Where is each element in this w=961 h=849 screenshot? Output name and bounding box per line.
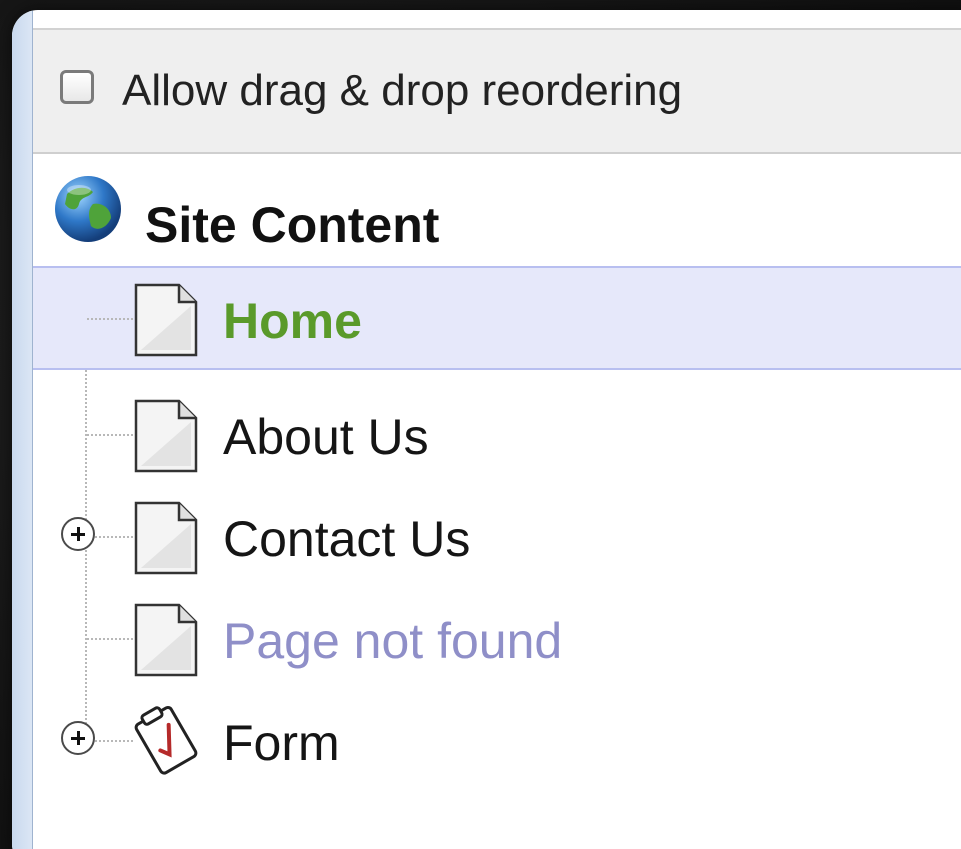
tree-connector [87, 434, 133, 436]
page-icon [134, 501, 198, 575]
tree-item-label: Home [223, 293, 362, 349]
tree-connector [87, 638, 133, 640]
expand-icon[interactable] [61, 517, 95, 551]
screenshot-background: Allow drag & drop reordering Site Conten… [0, 0, 961, 849]
tree-item-label: Page not found [223, 613, 563, 669]
drag-drop-checkbox[interactable] [60, 70, 94, 104]
tree-item-form[interactable]: Form [33, 690, 961, 794]
form-clipboard-icon [134, 705, 198, 775]
page-icon [134, 603, 198, 677]
drag-drop-checkbox-label[interactable]: Allow drag & drop reordering [122, 66, 682, 116]
tree-item-page-not-found[interactable]: Page not found [33, 588, 961, 692]
globe-icon [55, 176, 121, 242]
tree-item-home[interactable]: Home [33, 266, 961, 370]
tree-root-site-content[interactable]: Site Content [33, 152, 961, 266]
tree-item-label: Form [223, 715, 340, 771]
tree-toolbar: Allow drag & drop reordering [33, 28, 961, 154]
site-tree-panel: Allow drag & drop reordering Site Conten… [12, 10, 961, 849]
tree-item-contact-us[interactable]: Contact Us [33, 486, 961, 590]
tree-item-label: Contact Us [223, 511, 471, 567]
expand-icon[interactable] [61, 721, 95, 755]
tree-item-about-us[interactable]: About Us [33, 384, 961, 488]
tree-connector [87, 318, 133, 320]
tree-item-label: About Us [223, 409, 429, 465]
tree-root-label: Site Content [145, 197, 440, 253]
page-icon [134, 283, 198, 357]
page-icon [134, 399, 198, 473]
panel-left-border [12, 10, 33, 849]
